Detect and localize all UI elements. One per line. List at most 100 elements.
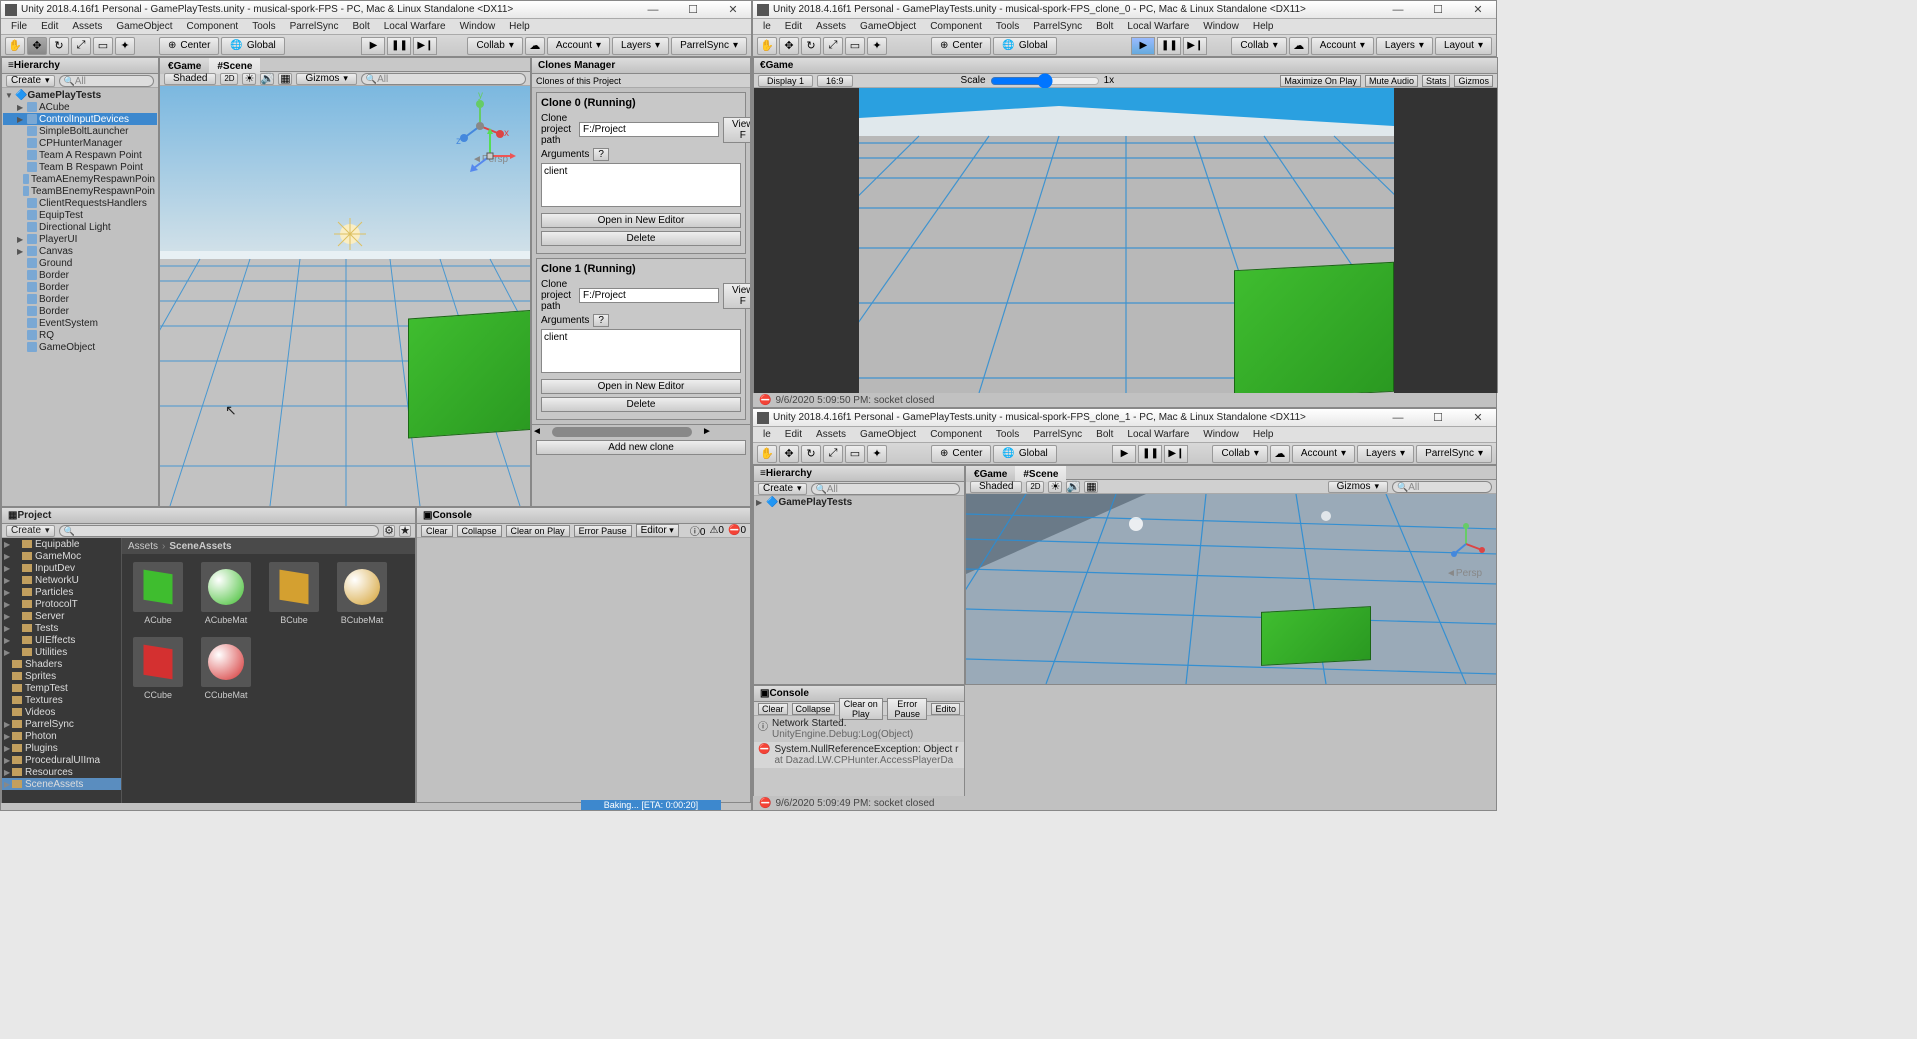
clone1-hier-search[interactable]: 🔍All xyxy=(811,483,960,495)
clones-tab[interactable]: Clones Manager xyxy=(532,58,750,74)
hierarchy-item-12[interactable]: ▶Canvas xyxy=(3,245,157,257)
console-editor[interactable]: Edito xyxy=(931,703,960,715)
menu-assets[interactable]: Assets xyxy=(810,428,852,441)
console-clear[interactable]: Clear xyxy=(421,525,453,537)
hierarchy-item-3[interactable]: CPHunterManager xyxy=(3,137,157,149)
space-button[interactable]: 🌐 Global xyxy=(221,37,284,55)
hierarchy-item-7[interactable]: TeamBEnemyRespawnPoin xyxy=(3,185,157,197)
maximize-button[interactable]: ☐ xyxy=(679,2,707,18)
menu-file[interactable]: le xyxy=(757,428,777,441)
menu-window[interactable]: Window xyxy=(454,20,502,33)
audio-toggle[interactable]: 🔊 xyxy=(260,73,274,85)
scene-root[interactable]: ▼🔷 GamePlayTests xyxy=(3,89,157,101)
account-button[interactable]: Account ▾ xyxy=(547,37,610,55)
rect-tool[interactable]: ▭ xyxy=(845,37,865,55)
pivot-button[interactable]: ⊕ Center xyxy=(159,37,219,55)
menu-bolt[interactable]: Bolt xyxy=(346,20,375,33)
project-folder-protocolt[interactable]: ▶ProtocolT xyxy=(2,598,121,610)
menu-gameobject[interactable]: GameObject xyxy=(110,20,178,33)
hierarchy-search[interactable]: 🔍All xyxy=(59,75,154,87)
breadcrumb-assets[interactable]: Assets xyxy=(128,541,158,552)
close-button[interactable]: ✕ xyxy=(1464,2,1492,18)
play-button[interactable]: ▶ xyxy=(361,37,385,55)
gizmos-button[interactable]: Gizmos xyxy=(1454,75,1493,87)
project-search[interactable]: 🔍 xyxy=(59,525,379,537)
hand-tool[interactable]: ✋ xyxy=(757,445,777,463)
minimize-button[interactable]: — xyxy=(1384,2,1412,18)
space-button[interactable]: 🌐 Global xyxy=(993,37,1056,55)
transform-tool[interactable]: ✦ xyxy=(115,37,135,55)
project-folder-server[interactable]: ▶Server xyxy=(2,610,121,622)
move-tool[interactable]: ✥ xyxy=(27,37,47,55)
menu-localwarfare[interactable]: Local Warfare xyxy=(378,20,452,33)
add-clone-button[interactable]: Add new clone xyxy=(536,440,746,455)
scale-tool[interactable]: ⤢ xyxy=(71,37,91,55)
menu-bolt[interactable]: Bolt xyxy=(1090,428,1119,441)
pause-button[interactable]: ❚❚ xyxy=(1157,37,1181,55)
breadcrumb-sceneassets[interactable]: SceneAssets xyxy=(169,541,231,552)
console-errorpause[interactable]: Error Pause xyxy=(574,525,632,537)
menu-component[interactable]: Component xyxy=(924,20,988,33)
scene-search[interactable]: 🔍All xyxy=(361,73,526,85)
game-tab[interactable]: € Game xyxy=(754,58,1497,74)
clones-scrollbar[interactable] xyxy=(552,427,692,437)
hierarchy-item-6[interactable]: TeamAEnemyRespawnPoin xyxy=(3,173,157,185)
close-button[interactable]: ✕ xyxy=(1464,410,1492,426)
2d-toggle[interactable]: 2D xyxy=(220,73,238,85)
project-folder-uieffects[interactable]: ▶UIEffects xyxy=(2,634,121,646)
display-dropdown[interactable]: Display 1 xyxy=(758,75,813,87)
aspect-dropdown[interactable]: 16:9 xyxy=(817,75,853,87)
clone0-help-button[interactable]: ? xyxy=(593,148,609,161)
project-folder-inputdev[interactable]: ▶InputDev xyxy=(2,562,121,574)
console-collapse[interactable]: Collapse xyxy=(792,703,835,715)
project-folder-plugins[interactable]: ▶Plugins xyxy=(2,742,121,754)
audio-toggle[interactable]: 🔊 xyxy=(1066,481,1080,493)
move-tool[interactable]: ✥ xyxy=(779,37,799,55)
gizmos-dropdown[interactable]: Gizmos ▾ xyxy=(296,73,356,85)
hierarchy-item-13[interactable]: Ground xyxy=(3,257,157,269)
asset-ccube[interactable]: CCube xyxy=(130,637,186,700)
create-button[interactable]: Create ▾ xyxy=(758,483,807,495)
console-errorpause[interactable]: Error Pause xyxy=(887,698,927,720)
hierarchy-item-11[interactable]: ▶PlayerUI xyxy=(3,233,157,245)
clone1-view-button[interactable]: View F xyxy=(723,283,750,309)
project-folder-videos[interactable]: Videos xyxy=(2,706,121,718)
scale-tool[interactable]: ⤢ xyxy=(823,445,843,463)
rect-tool[interactable]: ▭ xyxy=(93,37,113,55)
collab-button[interactable]: Collab ▾ xyxy=(1231,37,1286,55)
transform-tool[interactable]: ✦ xyxy=(867,37,887,55)
clone1-delete-button[interactable]: Delete xyxy=(541,397,741,412)
2d-toggle[interactable]: 2D xyxy=(1026,481,1044,493)
menu-assets[interactable]: Assets xyxy=(810,20,852,33)
mute-audio[interactable]: Mute Audio xyxy=(1365,75,1418,87)
project-create-button[interactable]: Create ▾ xyxy=(6,525,55,537)
account-button[interactable]: Account ▾ xyxy=(1292,445,1355,463)
layers-button[interactable]: Layers ▾ xyxy=(612,37,669,55)
project-folder-photon[interactable]: ▶Photon xyxy=(2,730,121,742)
menu-edit[interactable]: Edit xyxy=(35,20,64,33)
fx-toggle[interactable]: ▦ xyxy=(1084,481,1098,493)
console-tab[interactable]: ▣ Console xyxy=(417,508,750,524)
menu-edit[interactable]: Edit xyxy=(779,20,808,33)
collab-button[interactable]: Collab ▾ xyxy=(467,37,522,55)
hierarchy-item-14[interactable]: Border xyxy=(3,269,157,281)
space-button[interactable]: 🌐 Global xyxy=(993,445,1056,463)
asset-acubemat[interactable]: ACubeMat xyxy=(198,562,254,625)
gizmos-dropdown[interactable]: Gizmos ▾ xyxy=(1328,481,1388,493)
hierarchy-item-20[interactable]: GameObject xyxy=(3,341,157,353)
step-button[interactable]: ▶❙ xyxy=(413,37,437,55)
step-button[interactable]: ▶❙ xyxy=(1164,445,1188,463)
menu-tools[interactable]: Tools xyxy=(990,428,1025,441)
menu-file[interactable]: le xyxy=(757,20,777,33)
clone1-args-input[interactable]: client xyxy=(541,329,741,373)
menu-window[interactable]: Window xyxy=(1197,20,1245,33)
hierarchy-item-19[interactable]: RQ xyxy=(3,329,157,341)
menu-bolt[interactable]: Bolt xyxy=(1090,20,1119,33)
project-folder-proceduraluiima[interactable]: ▶ProceduralUIIma xyxy=(2,754,121,766)
project-folder-textures[interactable]: Textures xyxy=(2,694,121,706)
menu-localwarfare[interactable]: Local Warfare xyxy=(1121,20,1195,33)
minimize-button[interactable]: — xyxy=(639,2,667,18)
layers-button[interactable]: Layers ▾ xyxy=(1357,445,1414,463)
menu-help[interactable]: Help xyxy=(1247,428,1280,441)
project-star-button[interactable]: ★ xyxy=(399,525,411,537)
